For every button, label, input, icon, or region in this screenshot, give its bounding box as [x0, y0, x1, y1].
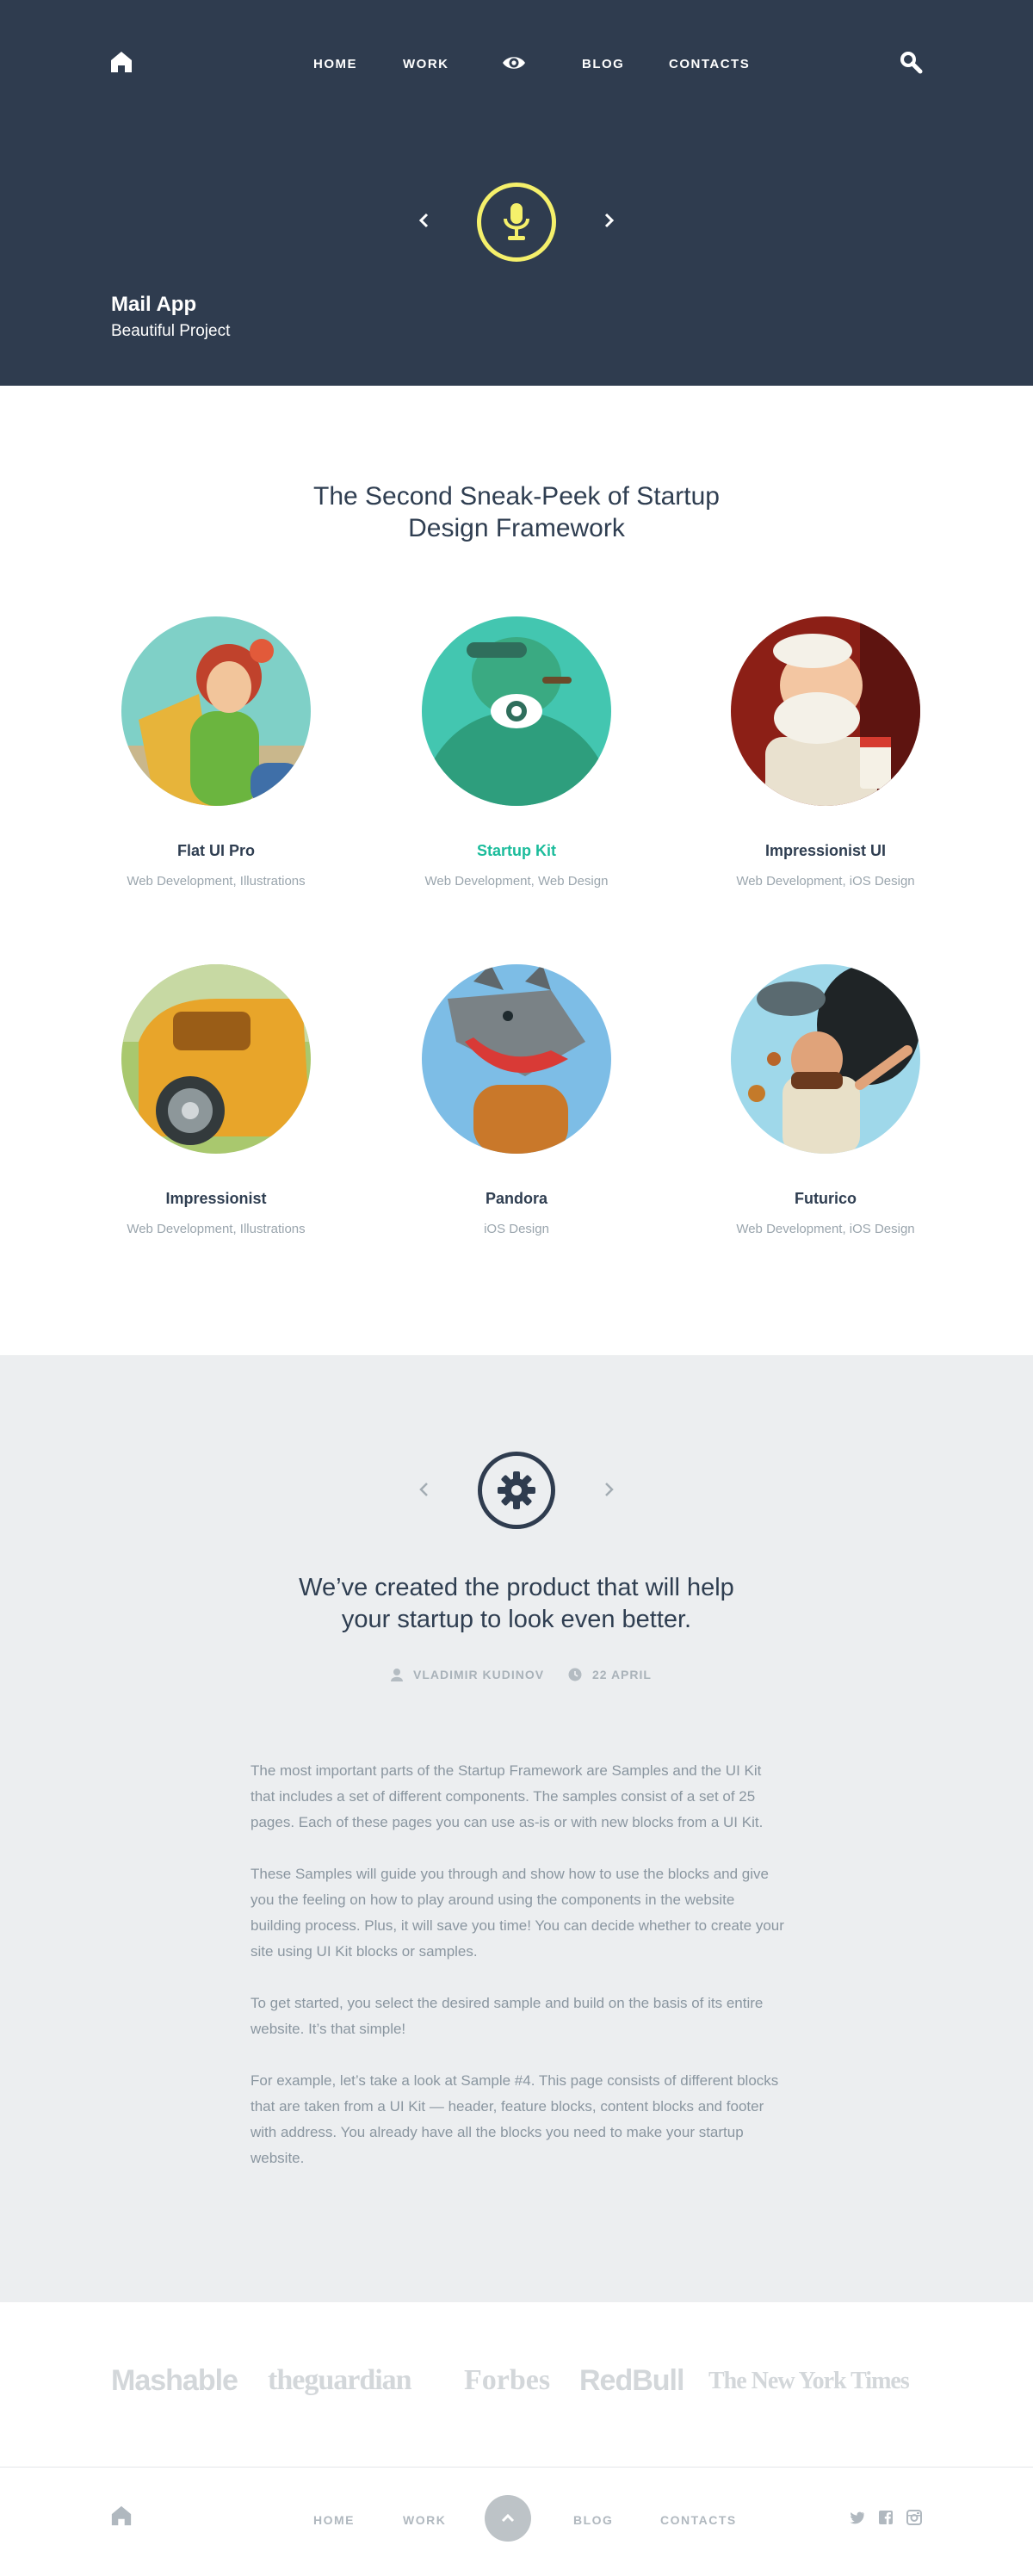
project-name[interactable]: Flat UI Pro	[65, 842, 367, 860]
project-thumbnail[interactable]	[731, 964, 920, 1154]
home-icon[interactable]	[109, 50, 133, 74]
nav-home-link[interactable]: HOME	[313, 57, 357, 71]
project-thumbnail[interactable]	[422, 616, 611, 806]
project-card[interactable]: Futurico Web Development, iOS Design	[675, 964, 976, 1236]
footer-contacts-link[interactable]: CONTACTS	[660, 2513, 737, 2527]
project-name[interactable]: Impressionist	[65, 1190, 367, 1208]
hero-subtitle: Beautiful Project	[111, 322, 231, 340]
footer-blog-link[interactable]: BLOG	[573, 2513, 613, 2527]
footer-divider	[0, 2467, 1033, 2468]
gear-icon	[498, 1471, 535, 1509]
nav-blog-link[interactable]: BLOG	[582, 57, 624, 71]
featured-project-badge	[477, 183, 556, 262]
nav-work-link[interactable]: WORK	[403, 57, 449, 71]
article-date: 22 APRIL	[592, 1668, 652, 1681]
search-icon[interactable]	[899, 50, 923, 74]
guardian-logo: theguardian	[268, 2364, 412, 2396]
project-name[interactable]: Impressionist UI	[675, 842, 976, 860]
scroll-top-button[interactable]	[485, 2495, 531, 2542]
project-tags: Web Development, Illustrations	[127, 1222, 306, 1236]
project-card[interactable]: Impressionist UI Web Development, iOS De…	[675, 616, 976, 889]
project-card[interactable]: Impressionist Web Development, Illustrat…	[65, 964, 367, 1236]
article-body: The most important parts of the Startup …	[251, 1758, 784, 2197]
article-author[interactable]: VLADIMIR KUDINOV	[413, 1668, 544, 1681]
project-name[interactable]: Pandora	[366, 1190, 667, 1208]
project-name[interactable]: Startup Kit	[366, 842, 667, 860]
user-icon	[391, 1669, 403, 1681]
chevron-right-icon[interactable]	[600, 1481, 617, 1498]
article-title-line2: your startup to look even better.	[341, 1606, 692, 1633]
facebook-icon[interactable]	[878, 2510, 894, 2525]
eye-icon[interactable]	[502, 53, 526, 73]
project-thumbnail[interactable]	[422, 964, 611, 1154]
project-thumbnail[interactable]	[121, 964, 311, 1154]
forbes-logo: Forbes	[464, 2364, 551, 2396]
clock-icon	[568, 1668, 582, 1681]
project-card[interactable]: Startup Kit Web Development, Web Design	[366, 616, 667, 889]
project-tags: iOS Design	[484, 1222, 549, 1236]
microphone-icon	[504, 203, 529, 240]
article-paragraph: To get started, you select the desired s…	[251, 1995, 764, 2037]
project-tags: Web Development, iOS Design	[736, 874, 915, 889]
nav-contacts-link[interactable]: CONTACTS	[669, 57, 750, 71]
footer-work-link[interactable]: WORK	[403, 2513, 446, 2527]
project-thumbnail[interactable]	[121, 616, 311, 806]
nytimes-logo: The New York Times	[708, 2368, 910, 2394]
project-tags: Web Development, iOS Design	[736, 1222, 915, 1236]
project-card[interactable]: Pandora iOS Design	[366, 964, 667, 1236]
projects-heading: The Second Sneak-Peek of Startup Design …	[258, 480, 775, 544]
article-title-line1: We’ve created the product that will help	[299, 1574, 734, 1601]
article-paragraph: The most important parts of the Startup …	[251, 1762, 764, 1830]
project-thumbnail[interactable]	[731, 616, 920, 806]
chevron-right-icon[interactable]	[600, 212, 617, 229]
mashable-logo: Mashable	[111, 2364, 238, 2397]
twitter-icon[interactable]	[850, 2510, 865, 2525]
projects-heading-line1: The Second Sneak-Peek of Startup	[313, 482, 720, 511]
project-card[interactable]: Flat UI Pro Web Development, Illustratio…	[65, 616, 367, 889]
chevron-up-icon	[501, 2513, 515, 2523]
footer-home-link[interactable]: HOME	[313, 2513, 355, 2527]
article-title: We’ve created the product that will help…	[258, 1572, 775, 1636]
chevron-left-icon[interactable]	[416, 1481, 433, 1498]
article-paragraph: These Samples will guide you through and…	[251, 1866, 784, 1960]
home-icon[interactable]	[110, 2505, 133, 2527]
article-paragraph: For example, let’s take a look at Sample…	[251, 2072, 779, 2166]
projects-heading-line2: Design Framework	[408, 514, 625, 542]
chevron-left-icon[interactable]	[416, 212, 433, 229]
hero-title: Mail App	[111, 293, 197, 316]
project-name[interactable]: Futurico	[675, 1190, 976, 1208]
instagram-icon[interactable]	[906, 2510, 922, 2525]
project-tags: Web Development, Illustrations	[127, 874, 306, 889]
article-badge	[478, 1452, 555, 1529]
redbull-logo: RedBull	[579, 2364, 684, 2397]
project-tags: Web Development, Web Design	[424, 874, 609, 889]
